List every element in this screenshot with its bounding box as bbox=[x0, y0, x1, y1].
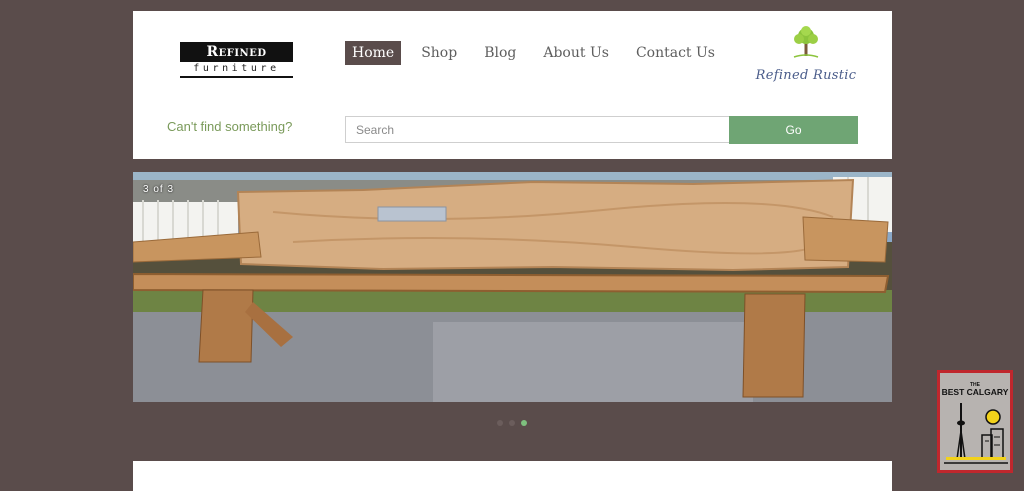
content-section bbox=[133, 461, 892, 491]
main-nav: Home Shop Blog About Us Contact Us bbox=[345, 41, 735, 65]
sun-icon bbox=[985, 409, 1001, 425]
logo-title: Refined Rustic bbox=[180, 42, 293, 80]
brand-logo[interactable]: Refined Rustic bbox=[741, 25, 871, 85]
best-calgary-badge[interactable]: THE BEST CALGARY bbox=[937, 370, 1013, 473]
nav-item-contact-us[interactable]: Contact Us bbox=[629, 41, 722, 65]
search-prompt: Can't find something? bbox=[167, 119, 293, 134]
slider-pagination bbox=[497, 420, 527, 426]
badge-title: BEST CALGARY bbox=[941, 387, 1009, 397]
slider-dot-3[interactable] bbox=[521, 420, 527, 426]
go-button[interactable]: Go bbox=[729, 116, 858, 144]
slide-counter: 3 of 3 bbox=[143, 184, 175, 195]
tree-logo-icon bbox=[793, 26, 819, 58]
nav-item-blog[interactable]: Blog bbox=[477, 41, 523, 65]
slide-image bbox=[133, 172, 892, 402]
image-slider[interactable]: 3 of 3 bbox=[133, 172, 892, 402]
slider-dot-1[interactable] bbox=[497, 420, 503, 426]
nav-item-shop[interactable]: Shop bbox=[414, 41, 464, 65]
site-header: Refined Rustic furniture Home Shop Blog … bbox=[133, 11, 892, 159]
site-logo[interactable]: Refined Rustic furniture bbox=[180, 42, 293, 80]
search-input[interactable] bbox=[345, 116, 730, 143]
cn-tower-skyline-icon bbox=[944, 403, 1008, 464]
logo-subtitle: furniture bbox=[180, 62, 293, 78]
nav-item-home[interactable]: Home bbox=[345, 41, 402, 65]
nav-item-about-us[interactable]: About Us bbox=[536, 41, 616, 65]
brand-logo-text: Refined Rustic bbox=[755, 68, 857, 83]
slider-dot-2[interactable] bbox=[509, 420, 515, 426]
